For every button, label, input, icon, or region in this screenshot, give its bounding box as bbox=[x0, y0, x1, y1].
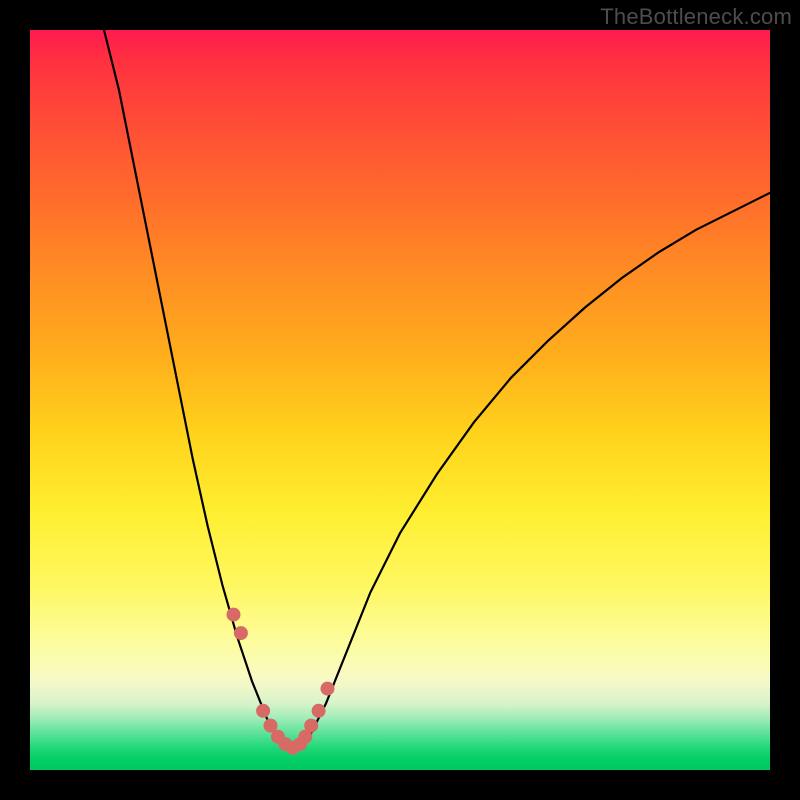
bottleneck-curve bbox=[104, 30, 770, 748]
plot-area bbox=[30, 30, 770, 770]
marker-dot bbox=[256, 704, 270, 718]
chart-svg bbox=[30, 30, 770, 770]
marker-dot bbox=[304, 719, 318, 733]
watermark-text: TheBottleneck.com bbox=[600, 4, 792, 30]
curve-markers bbox=[227, 608, 335, 755]
marker-dot bbox=[320, 682, 334, 696]
marker-dot bbox=[312, 704, 326, 718]
marker-dot bbox=[227, 608, 241, 622]
marker-dot bbox=[234, 626, 248, 640]
chart-frame: TheBottleneck.com bbox=[0, 0, 800, 800]
